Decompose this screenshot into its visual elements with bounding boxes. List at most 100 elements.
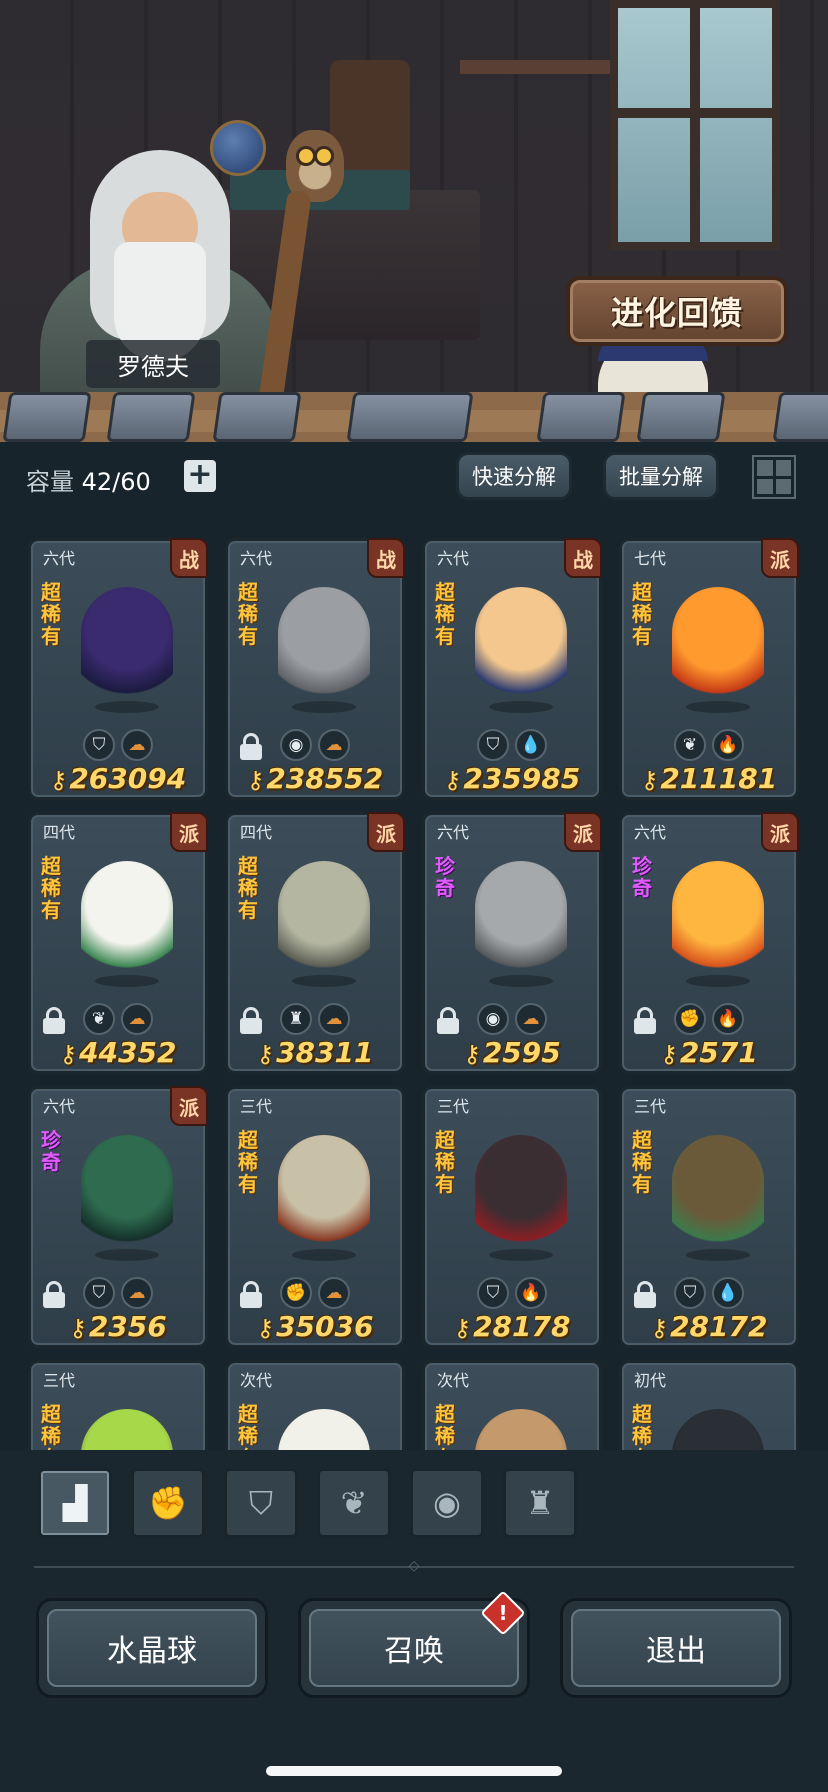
creature-sprite: [278, 1409, 370, 1450]
lock-icon: [43, 1007, 65, 1035]
filter-tab-all-blocks[interactable]: ▟: [38, 1468, 112, 1538]
grid-view-icon[interactable]: [752, 455, 796, 499]
generation-label: 三代: [43, 1371, 76, 1390]
creature-card[interactable]: 六代战超稀有 ⛉ ☁ ⚷263094: [28, 538, 208, 800]
creature-card[interactable]: 六代派珍奇 ◉ ☁ ⚷2595: [422, 812, 602, 1074]
generation-label: 六代: [43, 1097, 76, 1116]
power-value: ⚷2595: [425, 1036, 599, 1069]
key-power-icon: ⚷: [463, 1040, 481, 1068]
creature-card[interactable]: 六代派珍奇 ✊ 🔥 ⚷2571: [619, 812, 799, 1074]
power-number: 28178: [473, 1310, 571, 1343]
class-badge: 派: [761, 812, 799, 852]
generation-label: 次代: [240, 1371, 273, 1390]
creature-card[interactable]: 六代战超稀有 ◉ ☁ ⚷238552: [225, 538, 405, 800]
capacity-label: 容量: [26, 468, 74, 496]
fire-icon: 🔥: [712, 1003, 744, 1035]
quick-decompose-button[interactable]: 快速分解: [456, 452, 572, 500]
lock-icon: [437, 1007, 459, 1035]
key-power-icon: ⚷: [49, 766, 68, 794]
rarity-label: 超稀有: [632, 1128, 652, 1196]
evolution-reward-button[interactable]: 进化回馈: [566, 276, 788, 346]
creature-sprite: [672, 1135, 764, 1255]
all-blocks-icon: ▟: [62, 1484, 88, 1522]
filter-tab-spirit-orb[interactable]: ◉: [410, 1468, 484, 1538]
generation-label: 次代: [437, 1371, 470, 1390]
class-badge: 战: [170, 538, 208, 578]
power-number: 35036: [276, 1310, 374, 1343]
power-value: ⚷38311: [228, 1036, 402, 1069]
creature-sprite: [278, 861, 370, 981]
power-number: 2356: [88, 1310, 167, 1343]
creature-card[interactable]: 次代超稀有: [225, 1360, 405, 1450]
creature-sprite: [475, 1135, 567, 1255]
power-number: 263094: [69, 762, 187, 795]
power-value: ⚷2571: [622, 1036, 796, 1069]
creature-sprite: [278, 1135, 370, 1255]
creature-sprite: [475, 861, 567, 981]
creature-card[interactable]: 初代超稀有: [619, 1360, 799, 1450]
creature-sprite: [81, 861, 173, 981]
power-number: 44352: [79, 1036, 177, 1069]
creature-card[interactable]: 次代超稀有: [422, 1360, 602, 1450]
drop-icon: 💧: [515, 729, 547, 761]
exit-button[interactable]: 退出: [560, 1598, 792, 1698]
creature-card[interactable]: 三代超稀有: [28, 1360, 208, 1450]
creature-sprite: [475, 587, 567, 707]
generation-label: 三代: [634, 1097, 667, 1116]
creature-card[interactable]: 四代派超稀有 ♜ ☁ ⚷38311: [225, 812, 405, 1074]
rarity-label: 珍奇: [41, 1128, 61, 1174]
generation-label: 六代: [240, 549, 273, 568]
filter-tab-fist[interactable]: ✊: [131, 1468, 205, 1538]
generation-label: 初代: [634, 1371, 667, 1390]
lock-icon: [43, 1281, 65, 1309]
power-number: 38311: [276, 1036, 374, 1069]
key-power-icon: ⚷: [256, 1314, 275, 1342]
plus-icon[interactable]: +: [184, 460, 216, 492]
creature-sprite: [278, 587, 370, 707]
summon-button[interactable]: 召唤 !: [298, 1590, 530, 1698]
creature-card[interactable]: 七代派超稀有 ❦ 🔥 ⚷211181: [619, 538, 799, 800]
rarity-label: 超稀有: [41, 580, 61, 648]
shield-icon: ⛉: [477, 1277, 509, 1309]
window: [610, 0, 780, 250]
exit-label: 退出: [571, 1609, 781, 1687]
generation-label: 六代: [43, 549, 76, 568]
power-number: 2595: [482, 1036, 561, 1069]
lock-icon: [634, 1281, 656, 1309]
divider-ornament-icon: ◇: [408, 1558, 420, 1574]
creature-card[interactable]: 三代 超稀有 ✊ ☁ ⚷35036: [225, 1086, 405, 1348]
rarity-label: 超稀有: [238, 1402, 258, 1450]
crystal-ball-button[interactable]: 水晶球: [36, 1598, 268, 1698]
cloud-icon: ☁: [121, 1003, 153, 1035]
lock-icon: [240, 1281, 262, 1309]
power-value: ⚷2356: [31, 1310, 205, 1343]
batch-decompose-button[interactable]: 批量分解: [603, 452, 719, 500]
fire-icon: 🔥: [712, 729, 744, 761]
filter-tab-winged-shield[interactable]: ⛉: [224, 1468, 298, 1538]
power-value: ⚷44352: [31, 1036, 205, 1069]
cloud-icon: ☁: [318, 1277, 350, 1309]
creature-sprite: [81, 1409, 173, 1450]
key-power-icon: ⚷: [69, 1314, 87, 1342]
bookshelf: [460, 60, 610, 74]
lock-icon: [240, 733, 262, 761]
winged-shield-icon: ⛉: [248, 1483, 273, 1522]
generation-label: 三代: [437, 1097, 470, 1116]
power-value: ⚷211181: [622, 762, 796, 795]
power-value: ⚷238552: [228, 762, 402, 795]
creature-card[interactable]: 六代战超稀有 ⛉ 💧 ⚷235985: [422, 538, 602, 800]
creature-card[interactable]: 三代超稀有 ⛉ 🔥 ⚷28178: [422, 1086, 602, 1348]
class-badge: 派: [564, 812, 602, 852]
creature-card[interactable]: 六代派珍奇 ⛉ ☁ ⚷2356: [28, 1086, 208, 1348]
filter-tab-leaf[interactable]: ❦: [317, 1468, 391, 1538]
fire-icon: 🔥: [515, 1277, 547, 1309]
rarity-label: 超稀有: [435, 1128, 455, 1196]
key-power-icon: ⚷: [453, 1314, 472, 1342]
home-indicator[interactable]: [266, 1766, 562, 1776]
creature-card[interactable]: 四代派超稀有 ❦ ☁ ⚷44352: [28, 812, 208, 1074]
key-power-icon: ⚷: [443, 766, 462, 794]
generation-label: 四代: [240, 823, 273, 842]
class-badge: 战: [367, 538, 405, 578]
creature-card[interactable]: 三代 超稀有 ⛉ 💧 ⚷28172: [619, 1086, 799, 1348]
filter-tab-tower[interactable]: ♜: [503, 1468, 577, 1538]
